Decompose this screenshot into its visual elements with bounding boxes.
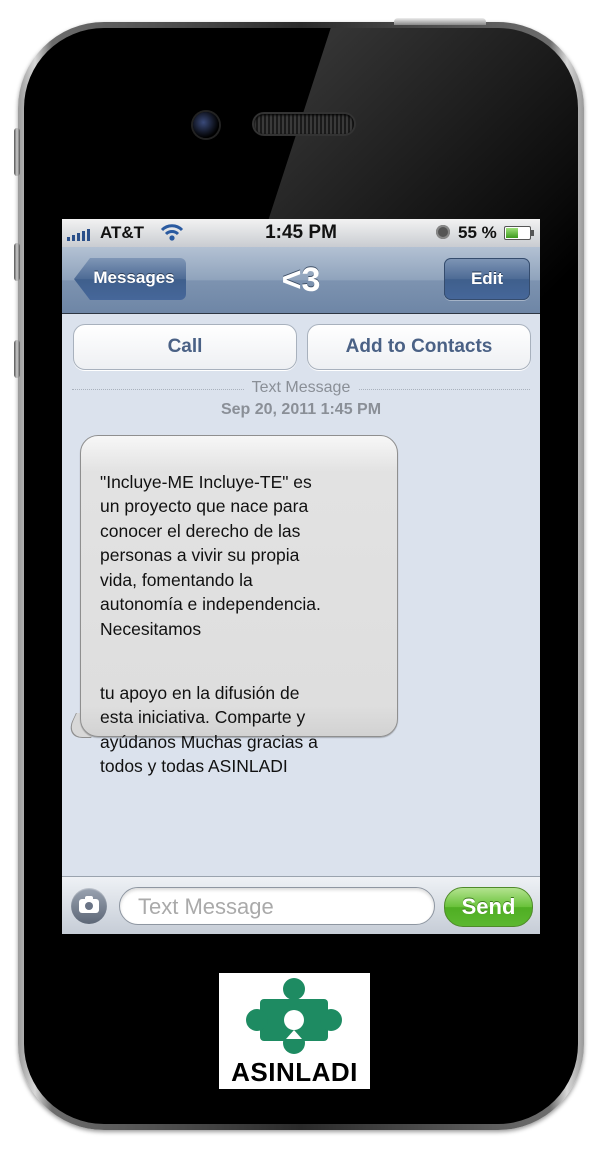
volume-up-button: [14, 243, 20, 281]
battery-fill: [506, 228, 518, 238]
navigation-bar: Messages <3 Edit: [62, 247, 540, 314]
thread-header: Text Message Sep 20, 2011 1:45 PM: [62, 379, 540, 419]
add-to-contacts-button[interactable]: Add to Contacts: [307, 324, 531, 370]
thread-timestamp: Sep 20, 2011 1:45 PM: [220, 401, 382, 418]
battery-icon: [504, 226, 534, 240]
logo-wordmark: ASINLADI: [231, 1057, 358, 1087]
puzzle-piece-icon: [246, 978, 342, 1054]
thread-type-label: Text Message: [243, 379, 359, 397]
contact-actions: Call Add to Contacts: [62, 314, 540, 378]
edit-button[interactable]: Edit: [444, 258, 530, 300]
power-button: [394, 18, 486, 25]
front-camera: [193, 112, 219, 138]
battery-percent: 55 %: [458, 223, 497, 242]
phone-screen: AT&T 1:45 PM 55 % Messages <3 Edit Call …: [62, 219, 540, 934]
call-button[interactable]: Call: [73, 324, 297, 370]
camera-button[interactable]: [71, 888, 107, 924]
earpiece-speaker: [254, 114, 354, 134]
message-paragraph: tu apoyo en la difusión de esta iniciati…: [100, 682, 318, 777]
message-paragraph: "Incluye-ME Incluye-TE" es un proyecto q…: [100, 471, 321, 639]
status-bar: AT&T 1:45 PM 55 %: [62, 219, 540, 247]
mute-switch: [14, 128, 20, 176]
asinladi-logo: ASINLADI: [219, 973, 370, 1089]
camera-icon: [79, 896, 99, 913]
message-text: "Incluye-ME Incluye-TE" es un proyecto q…: [100, 445, 390, 818]
alarm-icon: [436, 225, 450, 239]
send-button[interactable]: Send: [444, 887, 533, 927]
compose-bar: Text Message Send: [62, 876, 540, 934]
message-input[interactable]: Text Message: [119, 887, 435, 925]
volume-down-button: [14, 340, 20, 378]
